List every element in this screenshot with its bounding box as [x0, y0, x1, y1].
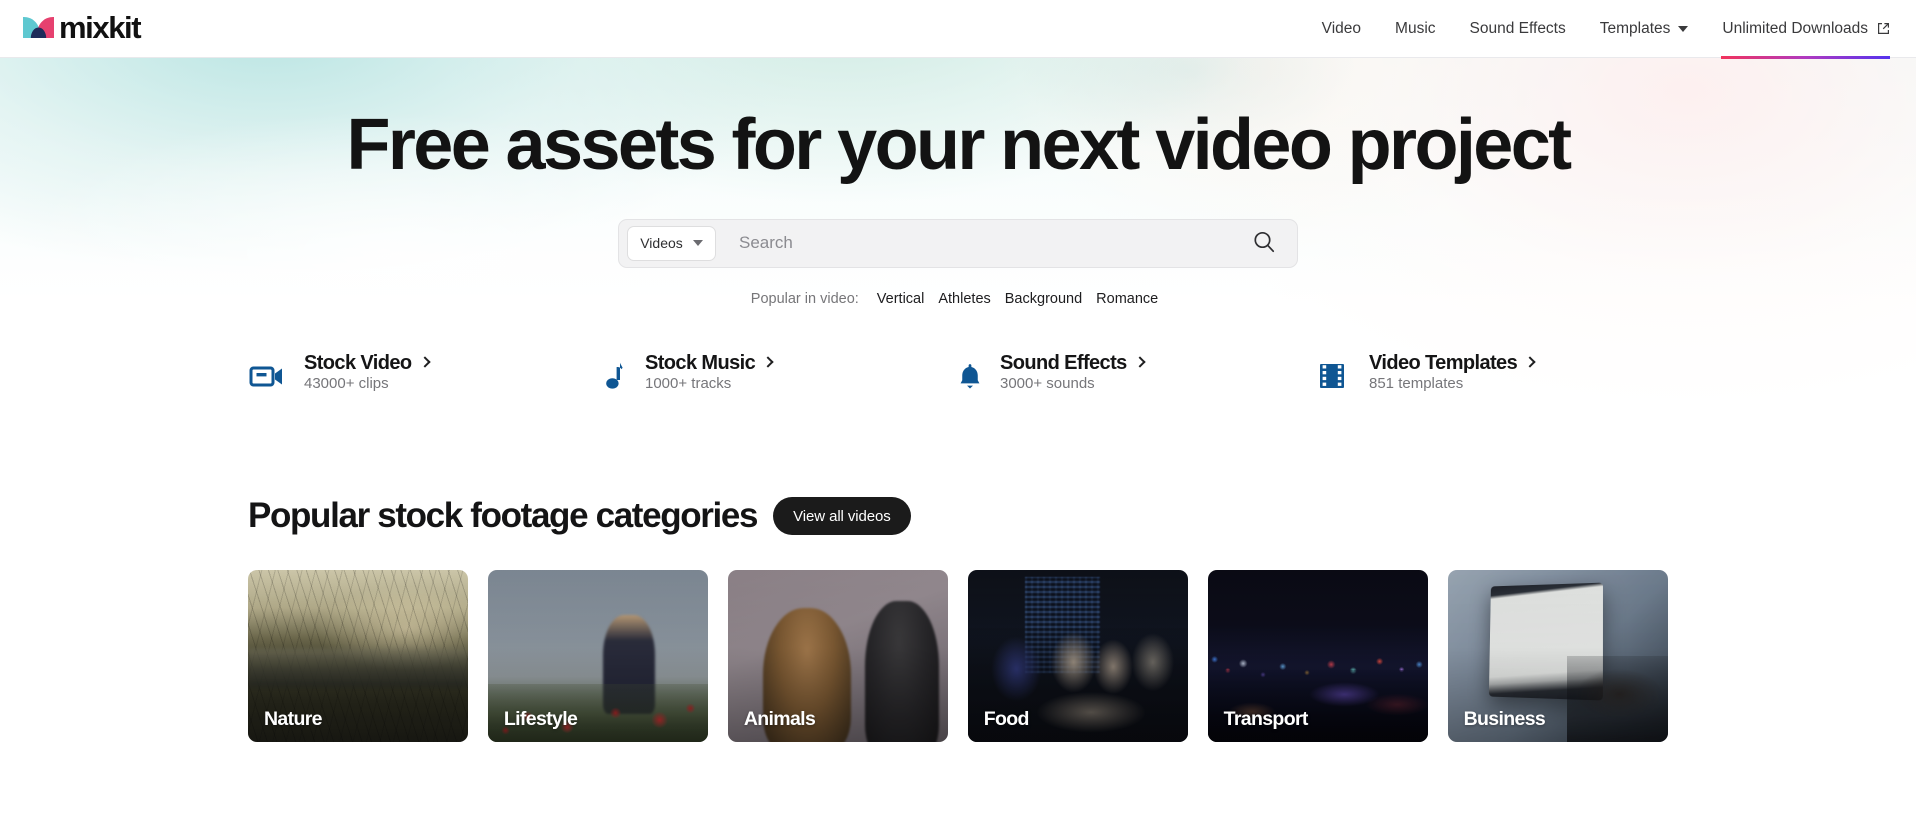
category-card-grid: Nature Lifestyle Animals Food Transport … [248, 570, 1668, 742]
search-bar: Videos [618, 218, 1298, 268]
category-label: Business [1463, 708, 1546, 730]
category-card-business[interactable]: Business [1447, 570, 1668, 742]
nav-label: Video [1321, 19, 1362, 37]
nav-item-templates[interactable]: Templates [1583, 0, 1706, 58]
page-title: Free assets for your next video project [346, 105, 1572, 185]
film-strip-icon [1313, 356, 1351, 396]
quick-link-video-templates[interactable]: Video Templates 851 templates [1313, 352, 1668, 396]
external-link-icon [1877, 22, 1890, 35]
category-label: Food [983, 708, 1030, 730]
chevron-right-icon [1133, 356, 1146, 369]
popular-searches-label: Popular in video: [750, 290, 859, 307]
chevron-right-icon [1524, 356, 1536, 369]
video-camera-icon [248, 356, 286, 396]
category-card-transport[interactable]: Transport [1207, 570, 1429, 742]
quick-link-subtitle: 3000+ sounds [1000, 374, 1095, 392]
category-label: Nature [264, 708, 323, 730]
site-header: mixkit Video Music Sound Effects Templat… [0, 0, 1916, 59]
search-submit-button[interactable] [1247, 226, 1281, 260]
nav-item-music[interactable]: Music [1378, 0, 1452, 58]
popular-tag-vertical[interactable]: Vertical [870, 291, 932, 307]
quick-link-stock-video[interactable]: Stock Video 43000+ clips [248, 352, 603, 396]
categories-heading: Popular stock footage categories [248, 496, 759, 535]
quick-link-sound-effects[interactable]: Sound Effects 3000+ sounds [958, 352, 1313, 396]
category-label: Animals [743, 708, 816, 730]
nav-item-sound-effects[interactable]: Sound Effects [1453, 0, 1583, 58]
popular-tag-athletes[interactable]: Athletes [931, 291, 997, 307]
quick-link-stock-music[interactable]: Stock Music 1000+ tracks [603, 352, 958, 396]
chevron-right-icon [762, 356, 774, 369]
quick-link-subtitle: 43000+ clips [304, 374, 389, 392]
quick-link-title: Stock Music [645, 351, 756, 374]
view-all-videos-button[interactable]: View all videos [773, 497, 911, 535]
category-card-food[interactable]: Food [967, 570, 1189, 742]
popular-tag-romance[interactable]: Romance [1089, 291, 1165, 307]
nav-label: Templates [1599, 19, 1671, 37]
chevron-right-icon [418, 356, 431, 369]
hero-section: Free assets for your next video project … [0, 58, 1916, 478]
nav-item-video[interactable]: Video [1305, 0, 1378, 58]
brand-logo[interactable]: mixkit [22, 10, 142, 45]
nav-item-unlimited-downloads[interactable]: Unlimited Downloads [1705, 0, 1890, 59]
nav-label: Music [1395, 19, 1436, 37]
search-category-dropdown[interactable]: Videos [627, 225, 716, 261]
category-label: Transport [1223, 708, 1309, 730]
quick-link-title: Stock Video [304, 351, 412, 374]
quick-link-title: Sound Effects [1000, 351, 1127, 374]
active-nav-underline [1721, 55, 1890, 59]
chevron-down-icon [692, 240, 703, 247]
popular-tag-background[interactable]: Background [998, 291, 1089, 307]
popular-searches: Popular in video: Vertical Athletes Back… [0, 291, 1916, 307]
quick-link-subtitle: 851 templates [1369, 374, 1464, 392]
category-label: Lifestyle [503, 708, 578, 730]
quick-links-row: Stock Video 43000+ clips Stock Music 100… [248, 352, 1668, 396]
category-card-animals[interactable]: Animals [727, 570, 949, 742]
search-icon [1252, 230, 1276, 257]
brand-name: mixkit [59, 10, 142, 45]
search-category-value: Videos [640, 235, 683, 252]
categories-section: Popular stock footage categories View al… [0, 478, 1916, 742]
search-input[interactable] [716, 233, 1247, 254]
mixkit-logo-mark-icon [22, 15, 55, 40]
quick-link-subtitle: 1000+ tracks [645, 374, 732, 392]
nav-label: Unlimited Downloads [1722, 19, 1868, 37]
category-card-nature[interactable]: Nature [248, 570, 469, 742]
category-card-lifestyle[interactable]: Lifestyle [487, 570, 709, 742]
main-nav: Video Music Sound Effects Templates Unli… [1305, 0, 1890, 59]
quick-link-title: Video Templates [1369, 351, 1518, 374]
nav-label: Sound Effects [1469, 19, 1566, 37]
music-note-icon [603, 356, 627, 396]
bell-icon [958, 356, 982, 396]
